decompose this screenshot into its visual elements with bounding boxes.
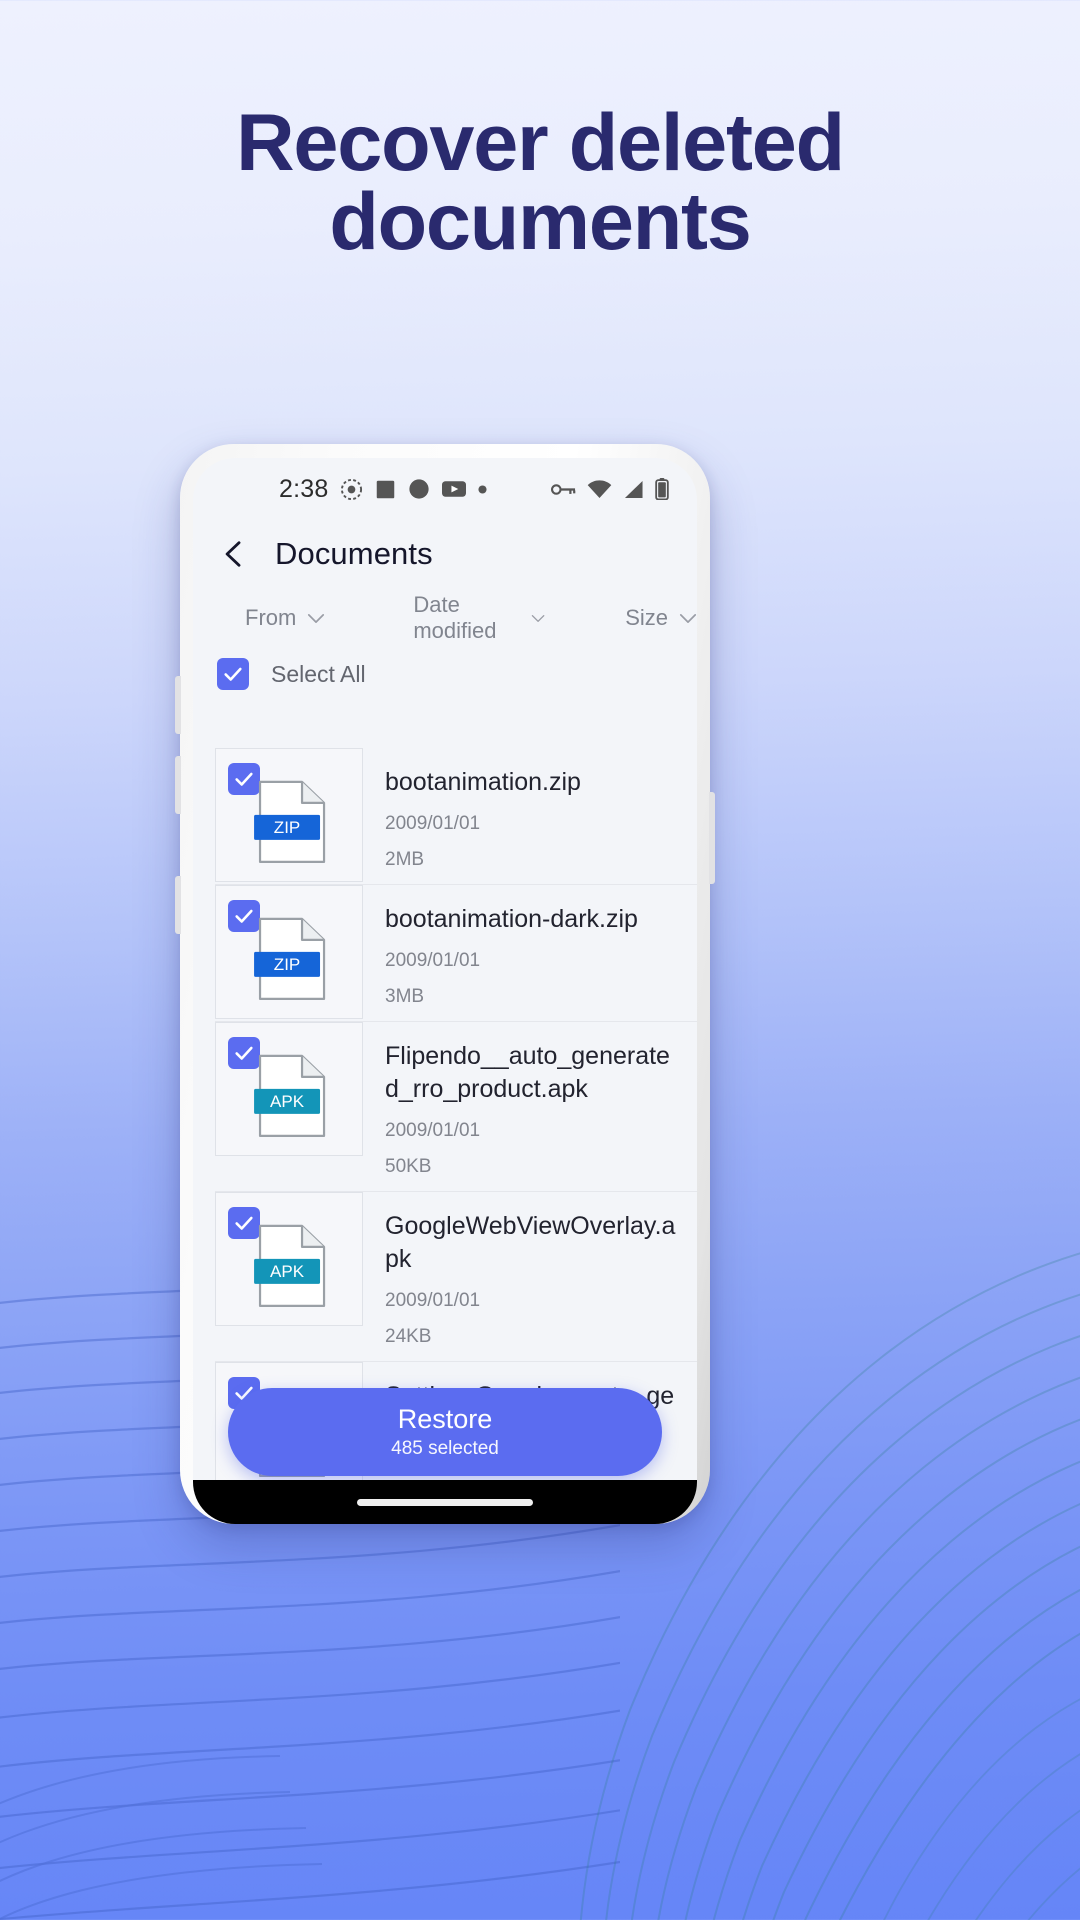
file-date: 2009/01/01 [385, 813, 481, 834]
file-meta: GoogleWebViewOverlay.apk 2009/01/01 24KB [363, 1192, 697, 1362]
file-name: GoogleWebViewOverlay.apk [385, 1212, 676, 1273]
file-date: 2009/01/01 [385, 1120, 481, 1141]
restore-sublabel: 485 selected [391, 1437, 499, 1459]
status-bar: 2:38 [193, 458, 697, 520]
file-row[interactable]: APK GoogleWebViewOverlay.apk 2009/01/01 24K… [193, 1192, 697, 1362]
chevron-down-icon [308, 613, 325, 623]
file-row[interactable]: ZIP bootanimation.zip 2009/01/01 2MB [193, 748, 697, 885]
status-bar-left: 2:38 [207, 475, 551, 504]
file-thumbnail[interactable]: APK [215, 1022, 363, 1156]
chevron-left-icon[interactable] [219, 539, 249, 569]
headline-line-2: documents [329, 177, 751, 267]
screen-record-icon [341, 478, 363, 500]
file-thumbnail[interactable]: ZIP [215, 885, 363, 1019]
vpn-key-icon [551, 483, 576, 495]
file-type-icon: ZIP [254, 917, 326, 1000]
page-headline: Recover deleted documents [0, 103, 1080, 267]
file-type-icon: ZIP [254, 780, 326, 863]
page-title: Documents [275, 536, 433, 571]
filter-date-modified-label: Date modified [413, 592, 497, 643]
file-meta: bootanimation-dark.zip 2009/01/01 3MB [363, 885, 697, 1022]
check-icon [235, 909, 253, 923]
check-icon [235, 772, 253, 786]
phone-mockup: 2:38 Documents From Date modified Size S… [175, 444, 715, 1524]
svg-text:ZIP: ZIP [274, 818, 300, 837]
select-all-checkbox[interactable] [217, 658, 249, 690]
youtube-icon [442, 481, 467, 497]
file-size: 2MB [385, 849, 425, 870]
file-thumbnail[interactable]: ZIP [215, 748, 363, 882]
assistant-button[interactable] [175, 876, 181, 934]
square-notification-icon [377, 480, 395, 498]
restore-button[interactable]: Restore 485 selected [228, 1388, 662, 1476]
signal-icon [624, 480, 643, 498]
android-nav-bar [193, 1480, 697, 1524]
file-meta: Flipendo__auto_generated_rro_product.apk… [363, 1022, 697, 1192]
file-thumbnail[interactable]: APK [215, 1192, 363, 1326]
filter-size[interactable]: Size [625, 605, 697, 631]
file-size: 3MB [385, 986, 425, 1007]
file-date: 2009/01/01 [385, 950, 481, 971]
file-row[interactable]: ZIP bootanimation-dark.zip 2009/01/01 3MB [193, 885, 697, 1022]
filter-bar: From Date modified Size [193, 582, 697, 650]
file-name: Flipendo__auto_generated_rro_product.apk [385, 1042, 670, 1103]
svg-text:APK: APK [270, 1092, 305, 1111]
check-icon [224, 667, 242, 681]
wifi-icon [587, 479, 612, 498]
filter-from-label: From [245, 605, 297, 630]
select-all-row[interactable]: Select All [193, 650, 697, 698]
battery-icon [655, 478, 669, 500]
chevron-down-icon [679, 613, 697, 623]
select-all-label: Select All [271, 660, 366, 687]
status-bar-right [551, 478, 669, 500]
file-name: bootanimation.zip [385, 768, 581, 796]
svg-text:ZIP: ZIP [274, 955, 300, 974]
volume-down-button[interactable] [175, 756, 181, 814]
restore-label: Restore [397, 1403, 493, 1434]
check-icon [235, 1216, 253, 1230]
filter-size-label: Size [625, 605, 668, 630]
circle-notification-icon [409, 479, 430, 499]
file-size: 50KB [385, 1156, 432, 1177]
file-meta: bootanimation.zip 2009/01/01 2MB [363, 748, 697, 885]
filter-date-modified[interactable]: Date modified [413, 592, 545, 644]
filter-from[interactable]: From [245, 605, 325, 631]
app-bar: Documents [193, 520, 697, 582]
headline-line-1: Recover deleted [236, 98, 845, 188]
home-indicator-pill[interactable] [357, 1498, 533, 1506]
file-type-icon: APK [254, 1224, 326, 1307]
file-name: bootanimation-dark.zip [385, 905, 638, 933]
svg-text:APK: APK [270, 1262, 305, 1281]
status-time: 2:38 [279, 474, 329, 503]
file-row[interactable]: APK Flipendo__auto_generated_rro_product.… [193, 1022, 697, 1192]
dot-notification-icon [478, 484, 488, 494]
file-type-icon: APK [254, 1054, 326, 1137]
file-size: 24KB [385, 1326, 432, 1347]
chevron-down-icon [531, 614, 545, 622]
power-button[interactable] [709, 792, 715, 884]
phone-screen: 2:38 Documents From Date modified Size S… [193, 458, 697, 1524]
check-icon [235, 1046, 253, 1060]
file-date: 2009/01/01 [385, 1290, 481, 1311]
restore-button-container: Restore 485 selected [193, 1388, 697, 1476]
volume-up-button[interactable] [175, 676, 181, 734]
